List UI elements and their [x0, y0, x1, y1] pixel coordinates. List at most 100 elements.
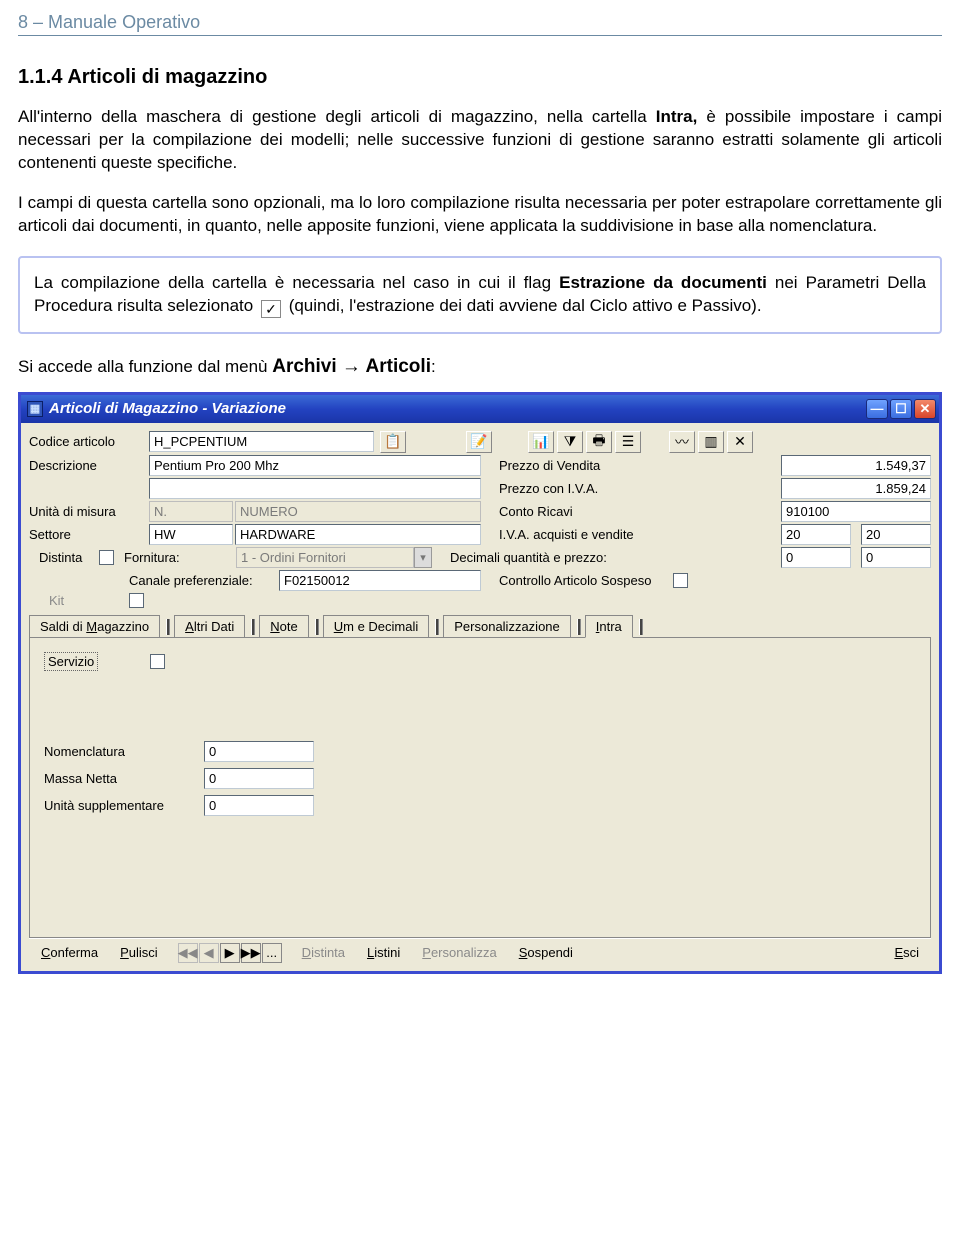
- conferma-button[interactable]: Conferma: [35, 943, 104, 962]
- settore-code-input[interactable]: [149, 524, 233, 545]
- label-nomenclatura: Nomenclatura: [44, 744, 204, 759]
- distinta-button[interactable]: Distinta: [296, 943, 351, 962]
- esci-button[interactable]: Esci: [888, 943, 925, 962]
- para1-bold: Intra,: [656, 107, 698, 126]
- app-icon: [27, 401, 43, 417]
- label-conto-ricavi: Conto Ricavi: [499, 504, 659, 519]
- prezzo-vendita-input[interactable]: [781, 455, 931, 476]
- chart-icon[interactable]: 📊: [528, 431, 554, 453]
- pulisci-button[interactable]: Pulisci: [114, 943, 164, 962]
- callout-box: La compilazione della cartella è necessa…: [18, 256, 942, 334]
- callout-bold: Estrazione da documenti: [559, 273, 767, 292]
- tab-separator: [639, 619, 643, 635]
- nav-buttons: ◀◀ ◀ ▶ ▶▶ ...: [178, 943, 282, 963]
- wave-icon[interactable]: 〰: [669, 431, 695, 453]
- iva-ven-input[interactable]: [861, 524, 931, 545]
- properties-icon[interactable]: ☰: [615, 431, 641, 453]
- callout-a: La compilazione della cartella è necessa…: [34, 273, 559, 292]
- conto-ricavi-input[interactable]: [781, 501, 931, 522]
- label-servizio: Servizio: [44, 652, 98, 671]
- label-codice: Codice articolo: [29, 434, 149, 449]
- tab-separator: [577, 619, 581, 635]
- controllo-checkbox[interactable]: [673, 573, 688, 588]
- label-unita-supp: Unità supplementare: [44, 798, 204, 813]
- nomenclatura-input[interactable]: [204, 741, 314, 762]
- para1-a: All'interno della maschera di gestione d…: [18, 107, 656, 126]
- kit-checkbox[interactable]: [129, 593, 144, 608]
- tab-strip: Saldi di Magazzino Altri Dati Note Um e …: [29, 614, 931, 638]
- access-a: Si accede alla funzione dal menù: [18, 357, 272, 376]
- print-icon[interactable]: 🖶: [586, 431, 612, 453]
- sospendi-button[interactable]: Sospendi: [513, 943, 579, 962]
- codice-input[interactable]: [149, 431, 374, 452]
- funnel-icon[interactable]: ⧩: [557, 431, 583, 453]
- tab-separator: [435, 619, 439, 635]
- callout-c: (quindi, l'estrazione dei dati avviene d…: [284, 296, 762, 315]
- chevron-down-icon[interactable]: ▾: [414, 547, 432, 568]
- label-unita: Unità di misura: [29, 504, 149, 519]
- listini-button[interactable]: Listini: [361, 943, 406, 962]
- label-controllo: Controllo Articolo Sospeso: [499, 573, 651, 588]
- tab-separator: [166, 619, 170, 635]
- prezzo-iva-input[interactable]: [781, 478, 931, 499]
- tab-intra[interactable]: Intra: [585, 615, 633, 638]
- section-heading: 1.1.4 Articoli di magazzino: [18, 66, 942, 89]
- label-kit: Kit: [29, 593, 129, 608]
- paragraph-2: I campi di questa cartella sono opzional…: [18, 192, 942, 238]
- tab-panel-intra: Servizio Nomenclatura Massa Netta Unità …: [29, 638, 931, 938]
- tab-separator: [315, 619, 319, 635]
- access-menu2: Articoli: [366, 356, 431, 377]
- label-prezzo-vendita: Prezzo di Vendita: [499, 458, 659, 473]
- um-desc-input: [235, 501, 481, 522]
- note-icon[interactable]: 📝: [466, 431, 492, 453]
- tab-pers[interactable]: Personalizzazione: [443, 615, 571, 637]
- tab-altri[interactable]: Altri Dati: [174, 615, 245, 637]
- iva-acq-input[interactable]: [781, 524, 851, 545]
- nav-first-icon[interactable]: ◀◀: [178, 943, 198, 963]
- access-menu1: Archivi: [272, 356, 336, 377]
- bottom-bar: Conferma Pulisci ◀◀ ◀ ▶ ▶▶ ... Distinta …: [29, 938, 931, 967]
- tab-saldi[interactable]: Saldi di Magazzino: [29, 615, 160, 637]
- minimize-button[interactable]: —: [866, 399, 888, 419]
- um-code-input: [149, 501, 233, 522]
- tab-um[interactable]: Um e Decimali: [323, 615, 430, 637]
- label-iva: I.V.A. acquisti e vendite: [499, 527, 659, 542]
- access-line: Si accede alla funzione dal menù Archivi…: [18, 356, 942, 378]
- label-descrizione: Descrizione: [29, 458, 149, 473]
- distinta-checkbox[interactable]: [99, 550, 114, 565]
- fornitura-select[interactable]: [236, 547, 414, 568]
- window-title: Articoli di Magazzino - Variazione: [49, 400, 864, 417]
- paragraph-1: All'interno della maschera di gestione d…: [18, 106, 942, 175]
- label-settore: Settore: [29, 527, 149, 542]
- tab-note[interactable]: Note: [259, 615, 308, 637]
- label-distinta: Distinta: [29, 550, 99, 565]
- page-header: 8 – Manuale Operativo: [18, 12, 942, 36]
- arrow-icon: →: [337, 356, 366, 377]
- personalizza-button[interactable]: Personalizza: [416, 943, 502, 962]
- section-number: 1.1.4: [18, 66, 62, 88]
- unita-supp-input[interactable]: [204, 795, 314, 816]
- descrizione2-input[interactable]: [149, 478, 481, 499]
- descrizione-input[interactable]: [149, 455, 481, 476]
- label-prezzo-iva: Prezzo con I.V.A.: [499, 481, 659, 496]
- dec-p-input[interactable]: [861, 547, 931, 568]
- servizio-checkbox[interactable]: [150, 654, 165, 669]
- barcode-icon[interactable]: ▥: [698, 431, 724, 453]
- check-icon: ✓: [261, 300, 281, 318]
- cross-icon[interactable]: ✕: [727, 431, 753, 453]
- close-button[interactable]: ✕: [914, 399, 936, 419]
- nav-next-icon[interactable]: ▶: [220, 943, 240, 963]
- nav-more-button[interactable]: ...: [262, 943, 282, 963]
- massa-input[interactable]: [204, 768, 314, 789]
- maximize-button[interactable]: ☐: [890, 399, 912, 419]
- settore-desc-input[interactable]: [235, 524, 481, 545]
- nav-prev-icon[interactable]: ◀: [199, 943, 219, 963]
- nav-last-icon[interactable]: ▶▶: [241, 943, 261, 963]
- dec-q-input[interactable]: [781, 547, 851, 568]
- label-fornitura: Fornitura:: [124, 550, 194, 565]
- tab-separator: [251, 619, 255, 635]
- section-title: Articoli di magazzino: [67, 66, 267, 88]
- copy-icon[interactable]: 📋: [380, 431, 406, 453]
- access-colon: :: [431, 357, 436, 376]
- canale-input[interactable]: [279, 570, 481, 591]
